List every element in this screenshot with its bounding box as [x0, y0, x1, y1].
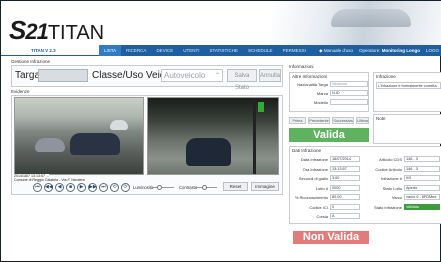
car-shape	[70, 133, 120, 155]
header-banner-image	[271, 1, 441, 45]
dati-field-label: Lotto #	[315, 185, 328, 191]
dati-field-label: % Riconoscimento	[294, 195, 328, 200]
nav-utenti[interactable]: UTENTI	[178, 45, 204, 56]
dati-field-label: Codice ICI	[309, 204, 328, 210]
nav-right: ◆ Manuale d'uso Operatore: Monitoring Lo…	[319, 48, 441, 54]
traffic-pole	[253, 98, 256, 174]
prev-frame-icon[interactable]: ◀	[55, 183, 64, 192]
nav-schedule[interactable]: SCHEDULE	[243, 45, 278, 56]
tab-successiva[interactable]: Successiva	[332, 117, 354, 124]
targa-label: Targa	[15, 70, 41, 81]
classe-select[interactable]: Autoveicolo ⌃	[161, 69, 223, 82]
dati-field-label: Articolo CDS	[379, 157, 402, 162]
altre-info-title: Altre Informazioni	[292, 74, 328, 79]
play-icon[interactable]: ▶	[77, 183, 86, 192]
modello-label: Modello	[313, 100, 328, 105]
targa-input[interactable]	[38, 69, 88, 82]
chevron-down-icon: ⌃	[214, 73, 220, 79]
fast-forward-icon[interactable]: ▶▶	[88, 183, 97, 192]
dati-field-label: Data Infrazione	[300, 157, 328, 162]
nav-lista[interactable]: LISTA	[99, 45, 122, 56]
main-nav: TITAN V 2.3 LISTA RICERCA DEVICE UTENTI …	[1, 45, 441, 56]
non-valida-button[interactable]: Non Valida	[293, 231, 369, 244]
dati-field-value[interactable]: 146 - 3	[404, 156, 440, 162]
dati-field-value[interactable]: 13:13:57	[330, 165, 360, 172]
dati-field-value[interactable]: A	[330, 213, 360, 219]
luminosita-label: Luminosità	[133, 185, 154, 190]
first-frame-icon[interactable]: ⏮	[33, 183, 42, 192]
evidenze-section-label: Evidenze	[11, 89, 30, 94]
rotate-left-icon[interactable]: ⟲	[110, 183, 119, 192]
dati-field-label: Stato Infrazione	[373, 204, 402, 210]
left-column: Gestione Infrazione Targa Classe/Uso Vei…	[11, 59, 283, 257]
tab-prima[interactable]: Prima	[289, 117, 306, 124]
car-shape	[186, 138, 231, 166]
evidence-photo-wide[interactable]	[14, 97, 144, 175]
note-title: Note	[376, 116, 386, 121]
nav-statistiche[interactable]: STATISTICHE	[204, 45, 243, 56]
dati-field-value[interactable]: Aperto	[404, 184, 440, 191]
dati-field-label: Varco	[391, 195, 402, 200]
car-shape	[35, 138, 65, 152]
right-column: Informazioni Altre Informazioni Nazional…	[289, 59, 441, 259]
dati-field-label: Ora Infrazione	[302, 166, 328, 172]
version-label: TITAN V 2.3	[1, 45, 99, 56]
nav-permessi[interactable]: PERMESSI	[278, 45, 311, 56]
header: S21TITAN	[1, 1, 441, 45]
photo-caption-line2: Comune di Reggio Calabria - Via F. Nicot…	[14, 178, 85, 182]
classe-select-value: Autoveicolo	[164, 71, 206, 80]
app-logo: S21TITAN	[9, 15, 105, 45]
dati-field-value[interactable]: Validata	[404, 203, 440, 210]
salva-stato-button[interactable]: Salva Stato	[227, 69, 257, 91]
dati-field-label: Corsia	[316, 214, 328, 219]
dati-field-value[interactable]: 146 - 3	[404, 165, 440, 172]
last-frame-icon[interactable]: ⏭	[99, 183, 108, 192]
luminosita-slider[interactable]	[152, 185, 174, 190]
dati-field-label: Stato Lotto	[382, 185, 402, 191]
tab-precedente[interactable]: Precedente	[308, 117, 330, 124]
nav-ricerca[interactable]: RICERCA	[121, 45, 151, 56]
reset-button[interactable]: Reset	[223, 182, 248, 191]
dati-field-value[interactable]: 18/07/2014	[330, 156, 360, 162]
dati-field-label: Secondi di giallo	[298, 176, 328, 181]
dati-field-value[interactable]: varco 6 - 6FDMed	[404, 194, 440, 200]
infrazione-panel: Infrazione L'infrazione è formalmente co…	[373, 72, 441, 112]
gestione-section-label: Gestione Infrazione	[11, 59, 51, 64]
marca-label: Marca	[316, 91, 328, 96]
informazioni-label: Informazioni	[289, 64, 314, 69]
dati-field-label: Codice Articolo	[375, 166, 402, 172]
nazionalita-select[interactable]: Nessuno	[330, 81, 368, 87]
rewind-icon[interactable]: ◀◀	[44, 183, 53, 192]
rotate-right-icon[interactable]: ⟳	[121, 183, 130, 192]
immagine-button[interactable]: Immagine	[251, 182, 279, 191]
contrasto-slider[interactable]	[195, 185, 217, 190]
logout-link[interactable]: LOGO	[426, 48, 439, 53]
traffic-light	[258, 102, 264, 112]
dati-field-value[interactable]: 0000	[330, 184, 360, 191]
nazionalita-label: Nazionalità Targa	[297, 82, 328, 87]
infrazione-select[interactable]: L'infrazione è formalmente corretta	[376, 82, 441, 89]
modello-input[interactable]	[330, 99, 368, 105]
dati-field-value[interactable]: 80.00	[330, 194, 360, 200]
annulla-button[interactable]: Annulla	[259, 69, 281, 82]
dati-field-value[interactable]: 0/0	[404, 175, 440, 181]
dati-field-value[interactable]: 3.00	[330, 175, 360, 181]
tab-ultima[interactable]: Ultima	[356, 117, 369, 124]
evidence-photo-plate[interactable]	[147, 97, 279, 175]
altre-info-panel: Altre Informazioni Nazionalità Targa Nes…	[289, 72, 369, 112]
infrazione-title: Infrazione	[376, 74, 396, 79]
stop-icon[interactable]: ■	[66, 183, 75, 192]
operator-info: Operatore: Monitoring Longo	[358, 48, 420, 53]
dati-infrazione-panel: Dati Infrazione Data Infrazione 18/07/201…	[289, 146, 441, 224]
note-panel: Note	[373, 114, 441, 144]
dati-infrazione-title: Dati Infrazione	[292, 148, 322, 153]
manual-link[interactable]: ◆ Manuale d'uso	[319, 48, 353, 54]
nav-device[interactable]: DEVICE	[151, 45, 178, 56]
valida-button[interactable]: Valida	[289, 128, 369, 142]
dati-field-value[interactable]: 0	[330, 203, 360, 210]
car-shape	[110, 120, 128, 130]
dati-field-label: Infrazione #	[381, 176, 402, 181]
app-window: S21TITAN TITAN V 2.3 LISTA RICERCA DEVIC…	[0, 0, 441, 262]
marca-select[interactable]: N.ID	[330, 90, 368, 96]
